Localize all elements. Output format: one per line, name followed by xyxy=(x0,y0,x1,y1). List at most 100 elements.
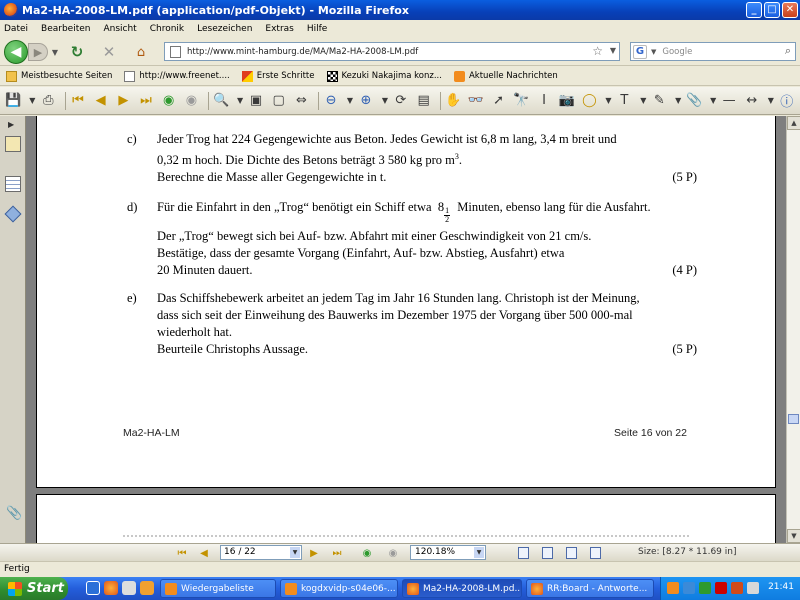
history-dropdown-button[interactable]: ▼ xyxy=(50,45,60,59)
chevron-down-icon[interactable]: ▼ xyxy=(708,91,719,111)
chevron-down-icon[interactable]: ▼ xyxy=(603,91,614,111)
zoom-field[interactable]: 120.18% ▼ xyxy=(410,545,486,560)
chevron-down-icon[interactable]: ▼ xyxy=(474,547,484,558)
antivirus-tray-icon[interactable] xyxy=(715,582,727,594)
chevron-down-icon[interactable]: ▼ xyxy=(344,91,355,111)
bookmark-meistbesuchte[interactable]: Meistbesuchte Seiten xyxy=(6,70,112,82)
attach-icon[interactable]: 📎 xyxy=(685,91,704,111)
bookmark-aktuelle-nachrichten[interactable]: Aktuelle Nachrichten xyxy=(453,70,558,82)
measure-icon[interactable]: ↔ xyxy=(742,91,761,111)
next-view-icon[interactable]: ◉ xyxy=(386,546,400,560)
zoom-in-icon[interactable]: ⊕ xyxy=(357,91,376,111)
search-engine-dropdown-icon[interactable]: ▼ xyxy=(651,48,656,56)
menu-item-chronik[interactable]: Chronik xyxy=(150,24,184,34)
hand-tool-icon[interactable]: ✋ xyxy=(444,91,463,111)
scroll-up-icon[interactable]: ▲ xyxy=(787,116,800,130)
comment-icon[interactable]: ✎ xyxy=(650,91,669,111)
bookmark-freenet[interactable]: http://www.freenet.... xyxy=(124,70,230,82)
bookmark-kezuki[interactable]: Kezuki Nakajima konz... xyxy=(326,70,442,82)
last-page-icon[interactable]: ⏭ xyxy=(137,91,156,111)
lasso-icon[interactable]: ◯ xyxy=(580,91,599,111)
chevron-down-icon[interactable]: ▼ xyxy=(234,91,245,111)
layers-panel-icon[interactable] xyxy=(4,205,22,223)
scrollbar-thumb[interactable] xyxy=(788,414,799,424)
forward-button[interactable]: ▶ xyxy=(28,43,48,61)
expand-pane-icon[interactable]: ▶ xyxy=(8,120,14,129)
typewriter-icon[interactable]: T xyxy=(615,91,634,111)
next-page-icon[interactable]: ▶ xyxy=(114,91,133,111)
attachments-panel-icon[interactable]: 📎 xyxy=(6,506,22,521)
search-icon[interactable]: ⌕ xyxy=(785,44,791,58)
task-kogdxvidp[interactable]: kogdxvidp-s04e06-... xyxy=(280,579,398,598)
vlc-icon[interactable] xyxy=(140,581,154,595)
vlc-tray-icon[interactable] xyxy=(667,582,679,594)
url-bar[interactable]: http://www.mint-hamburg.de/MA/Ma2-HA-200… xyxy=(164,42,620,61)
menu-item-ansicht[interactable]: Ansicht xyxy=(103,24,136,34)
previous-view-icon[interactable]: ◉ xyxy=(360,546,374,560)
zoom-tool-icon[interactable]: 🔍 xyxy=(212,91,231,111)
search-bar[interactable]: G ▼ Google ⌕ xyxy=(630,42,796,61)
actual-size-icon[interactable]: ▣ xyxy=(247,91,266,111)
menu-item-bearbeiten[interactable]: Bearbeiten xyxy=(41,24,90,34)
previous-view-icon[interactable]: ◉ xyxy=(159,91,178,111)
print-icon[interactable]: ⎙ xyxy=(39,91,58,111)
find-icon[interactable]: 🔭 xyxy=(512,91,531,111)
single-page-icon[interactable] xyxy=(518,547,529,559)
snapshot-icon[interactable]: 📷 xyxy=(557,91,576,111)
task-wiedergabeliste[interactable]: Wiedergabeliste xyxy=(160,579,276,598)
line-tool-icon[interactable]: — xyxy=(720,91,739,111)
firefox-icon[interactable] xyxy=(104,581,118,595)
loupe-tool-icon[interactable]: 👓 xyxy=(467,91,486,111)
close-button[interactable]: ✕ xyxy=(782,2,798,18)
minimize-button[interactable]: _ xyxy=(746,2,762,18)
page-number-field[interactable]: 16 / 22 ▼ xyxy=(220,545,302,560)
home-button[interactable]: ⌂ xyxy=(132,43,150,61)
rotate-icon[interactable]: ⟳ xyxy=(392,91,411,111)
scroll-down-icon[interactable]: ▼ xyxy=(787,529,800,543)
menu-item-lesezeichen[interactable]: Lesezeichen xyxy=(197,24,252,34)
chevron-down-icon[interactable]: ▼ xyxy=(638,91,649,111)
media-icon[interactable] xyxy=(122,581,136,595)
menu-item-extras[interactable]: Extras xyxy=(265,24,293,34)
next-page-icon[interactable]: ▶ xyxy=(308,546,320,560)
vertical-scrollbar[interactable]: ▲ ▼ xyxy=(786,116,800,543)
bookmark-star-icon[interactable]: ☆ xyxy=(592,44,603,58)
first-page-icon[interactable]: ⏮ xyxy=(176,546,188,560)
start-button[interactable]: Start xyxy=(0,577,68,600)
previous-page-icon[interactable]: ◀ xyxy=(198,546,210,560)
menu-item-hilfe[interactable]: Hilfe xyxy=(307,24,327,34)
chevron-down-icon[interactable]: ▼ xyxy=(379,91,390,111)
network-tray-icon[interactable] xyxy=(683,582,695,594)
fit-page-icon[interactable]: ▢ xyxy=(269,91,288,111)
update-tray-icon[interactable] xyxy=(731,582,743,594)
page-layout-icon[interactable]: ▤ xyxy=(414,91,433,111)
menu-item-datei[interactable]: Datei xyxy=(4,24,28,34)
task-rrboard[interactable]: RR:Board - Antworte... xyxy=(526,579,654,598)
fit-width-icon[interactable]: ⇔ xyxy=(292,91,311,111)
google-icon[interactable]: G xyxy=(633,44,647,59)
previous-page-icon[interactable]: ◀ xyxy=(91,91,110,111)
back-button[interactable]: ◀ xyxy=(4,40,28,64)
task-firefox-pdf[interactable]: Ma2-HA-2008-LM.pd... xyxy=(402,579,522,598)
volume-tray-icon[interactable] xyxy=(747,582,759,594)
chevron-down-icon[interactable]: ▼ xyxy=(765,91,776,111)
continuous-facing-icon[interactable] xyxy=(590,547,601,559)
last-page-icon[interactable]: ⏭ xyxy=(330,546,344,560)
continuous-icon[interactable] xyxy=(542,547,553,559)
url-dropdown-icon[interactable]: ▼ xyxy=(610,46,616,55)
stop-button[interactable]: ✕ xyxy=(100,43,118,61)
reload-button[interactable]: ↻ xyxy=(68,43,86,61)
text-select-icon[interactable]: Ⅰ xyxy=(535,91,554,111)
pdf-document-view[interactable]: c) Jeder Trog hat 224 Gegengewichte aus B… xyxy=(26,116,786,543)
bookmark-erste-schritte[interactable]: Erste Schritte xyxy=(241,70,315,82)
next-view-icon[interactable]: ◉ xyxy=(182,91,201,111)
facing-icon[interactable] xyxy=(566,547,577,559)
pages-panel-icon[interactable] xyxy=(5,136,21,152)
select-tool-icon[interactable]: ➚ xyxy=(489,91,508,111)
security-tray-icon[interactable] xyxy=(699,582,711,594)
info-icon[interactable]: ⓘ xyxy=(777,91,796,111)
maximize-button[interactable]: □ xyxy=(764,2,780,18)
save-icon[interactable]: 💾 xyxy=(4,91,23,111)
chevron-down-icon[interactable]: ▼ xyxy=(673,91,684,111)
first-page-icon[interactable]: ⏮ xyxy=(69,91,88,111)
